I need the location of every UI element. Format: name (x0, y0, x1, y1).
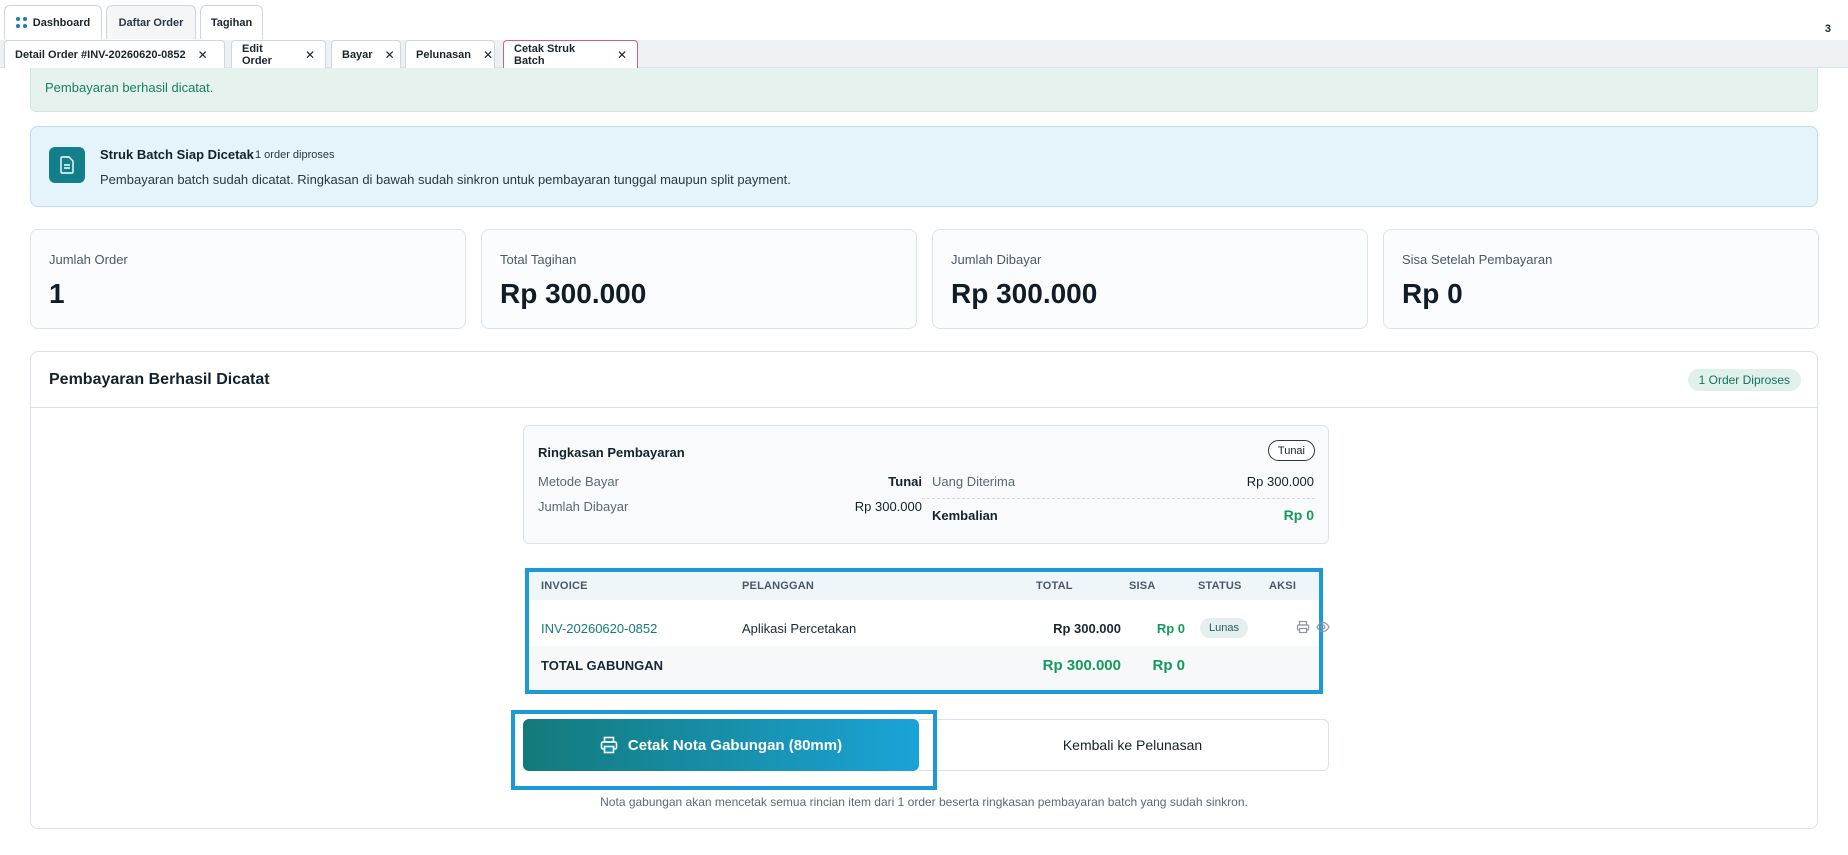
invoice-table: INVOICE PELANGGAN TOTAL SISA STATUS AKSI… (529, 572, 1330, 690)
table-header: INVOICE PELANGGAN TOTAL SISA STATUS AKSI (529, 572, 1319, 600)
invoice-link[interactable]: INV-20260620-0852 (541, 621, 657, 636)
stat-label: Jumlah Dibayar (951, 252, 1042, 267)
dibayar-value: Rp 300.000 (854, 499, 922, 514)
dibayar-label: Jumlah Dibayar (538, 499, 629, 514)
col-total: TOTAL (1036, 580, 1073, 592)
close-icon[interactable]: ✕ (385, 48, 395, 62)
subtab-label: Cetak Struk Batch (514, 42, 576, 67)
print-button-label: Cetak Nota Gabungan (80mm) (627, 736, 843, 754)
batch-info-card: Struk Batch Siap Dicetak 1 order diprose… (30, 126, 1818, 207)
back-button-label: Kembali ke Pelunasan (1062, 737, 1203, 753)
method-pill: Tunai (1267, 440, 1315, 461)
close-icon[interactable]: ✕ (617, 48, 627, 62)
tab-tagihan[interactable]: Tagihan (200, 5, 263, 39)
total-label: TOTAL GABUNGAN (541, 658, 664, 673)
subtab-label: Edit Order (242, 42, 272, 67)
dashboard-icon (15, 17, 27, 28)
stat-sisa: Sisa Setelah Pembayaran Rp 0 (1383, 229, 1819, 329)
stat-value: Rp 300.000 (500, 278, 647, 309)
total-sisa: Rp 0 (1152, 657, 1185, 674)
stat-jumlah-dibayar: Jumlah Dibayar Rp 300.000 (932, 229, 1368, 329)
status-badge: Lunas (1200, 618, 1248, 638)
tab-dashboard[interactable]: Dashboard (4, 5, 102, 39)
sisa-cell: Rp 0 (1156, 621, 1185, 636)
subtab-label: Detail Order #INV-20260620-0852 (15, 48, 186, 61)
stat-total-tagihan: Total Tagihan Rp 300.000 (481, 229, 917, 329)
stat-value: 1 (49, 278, 65, 309)
tab-daftar-order[interactable]: Daftar Order (106, 5, 196, 39)
print-icon[interactable] (1296, 620, 1310, 634)
stat-value: Rp 300.000 (951, 278, 1098, 309)
tab-counter: 3 (1824, 23, 1831, 35)
stat-jumlah-order: Jumlah Order 1 (30, 229, 466, 329)
subtab-cetak-struk-batch[interactable]: Cetak Struk Batch ✕ (503, 40, 638, 68)
col-status: STATUS (1198, 580, 1242, 592)
info-badge: 1 order diproses (255, 149, 335, 161)
tab-dashboard-label: Dashboard (32, 16, 91, 29)
col-pelanggan: PELANGGAN (742, 580, 815, 592)
tab-daftar-order-label: Daftar Order (118, 16, 184, 29)
info-title: Struk Batch Siap Dicetak (100, 147, 254, 162)
stat-label: Total Tagihan (500, 252, 577, 267)
stat-label: Sisa Setelah Pembayaran (1402, 252, 1553, 267)
print-footnote: Nota gabungan akan mencetak semua rincia… (600, 795, 1248, 809)
view-icon[interactable] (1316, 620, 1330, 634)
table-total-row: TOTAL GABUNGAN Rp 300.000 Rp 0 (529, 646, 1319, 690)
printer-icon (600, 736, 618, 754)
order-count-badge: 1 Order Diproses (1687, 369, 1801, 391)
summary-divider (922, 498, 1315, 499)
sub-tab-bar: Detail Order #INV-20260620-0852 ✕ Edit O… (0, 40, 1848, 68)
diterima-value: Rp 300.000 (1246, 474, 1314, 489)
subtab-label: Bayar (342, 48, 373, 61)
metode-label: Metode Bayar (538, 474, 619, 489)
payment-panel: Pembayaran Berhasil Dicatat 1 Order Dipr… (30, 351, 1818, 829)
panel-title: Pembayaran Berhasil Dicatat (49, 371, 270, 388)
kembalian-label: Kembalian (932, 508, 998, 523)
metode-value: Tunai (888, 474, 922, 489)
total-cell: Rp 300.000 (1053, 621, 1121, 636)
info-description: Pembayaran batch sudah dicatat. Ringkasa… (100, 172, 791, 187)
col-sisa: SISA (1129, 580, 1156, 592)
close-icon[interactable]: ✕ (305, 48, 315, 62)
print-combined-receipt-button[interactable]: Cetak Nota Gabungan (80mm) (523, 719, 919, 771)
close-icon[interactable]: ✕ (483, 48, 493, 62)
stat-label: Jumlah Order (49, 252, 128, 267)
subtab-pelunasan[interactable]: Pelunasan ✕ (405, 40, 495, 68)
stat-value: Rp 0 (1402, 278, 1463, 309)
back-to-pelunasan-button[interactable]: Kembali ke Pelunasan (937, 719, 1329, 771)
panel-header: Pembayaran Berhasil Dicatat 1 Order Dipr… (31, 352, 1817, 408)
total-sum: Rp 300.000 (1042, 657, 1121, 674)
subtab-bayar[interactable]: Bayar ✕ (331, 40, 401, 68)
subtab-label: Pelunasan (416, 48, 472, 61)
diterima-label: Uang Diterima (932, 474, 1016, 489)
col-invoice: INVOICE (541, 580, 588, 592)
success-message: Pembayaran berhasil dicatat. (45, 80, 214, 95)
subtab-edit-order[interactable]: Edit Order ✕ (231, 40, 326, 68)
payment-summary: Ringkasan Pembayaran Tunai Metode Bayar … (523, 425, 1329, 544)
success-alert: Pembayaran berhasil dicatat. (30, 68, 1818, 112)
summary-title: Ringkasan Pembayaran (538, 445, 685, 460)
close-icon[interactable]: ✕ (198, 48, 208, 62)
tab-tagihan-label: Tagihan (210, 16, 253, 29)
col-aksi: AKSI (1269, 580, 1297, 592)
top-tab-bar: Dashboard Daftar Order Tagihan 3 (0, 0, 1848, 40)
document-icon (49, 147, 85, 183)
kembalian-value: Rp 0 (1283, 507, 1314, 523)
subtab-detail-order[interactable]: Detail Order #INV-20260620-0852 ✕ (4, 40, 225, 68)
customer-cell: Aplikasi Percetakan (742, 621, 857, 636)
